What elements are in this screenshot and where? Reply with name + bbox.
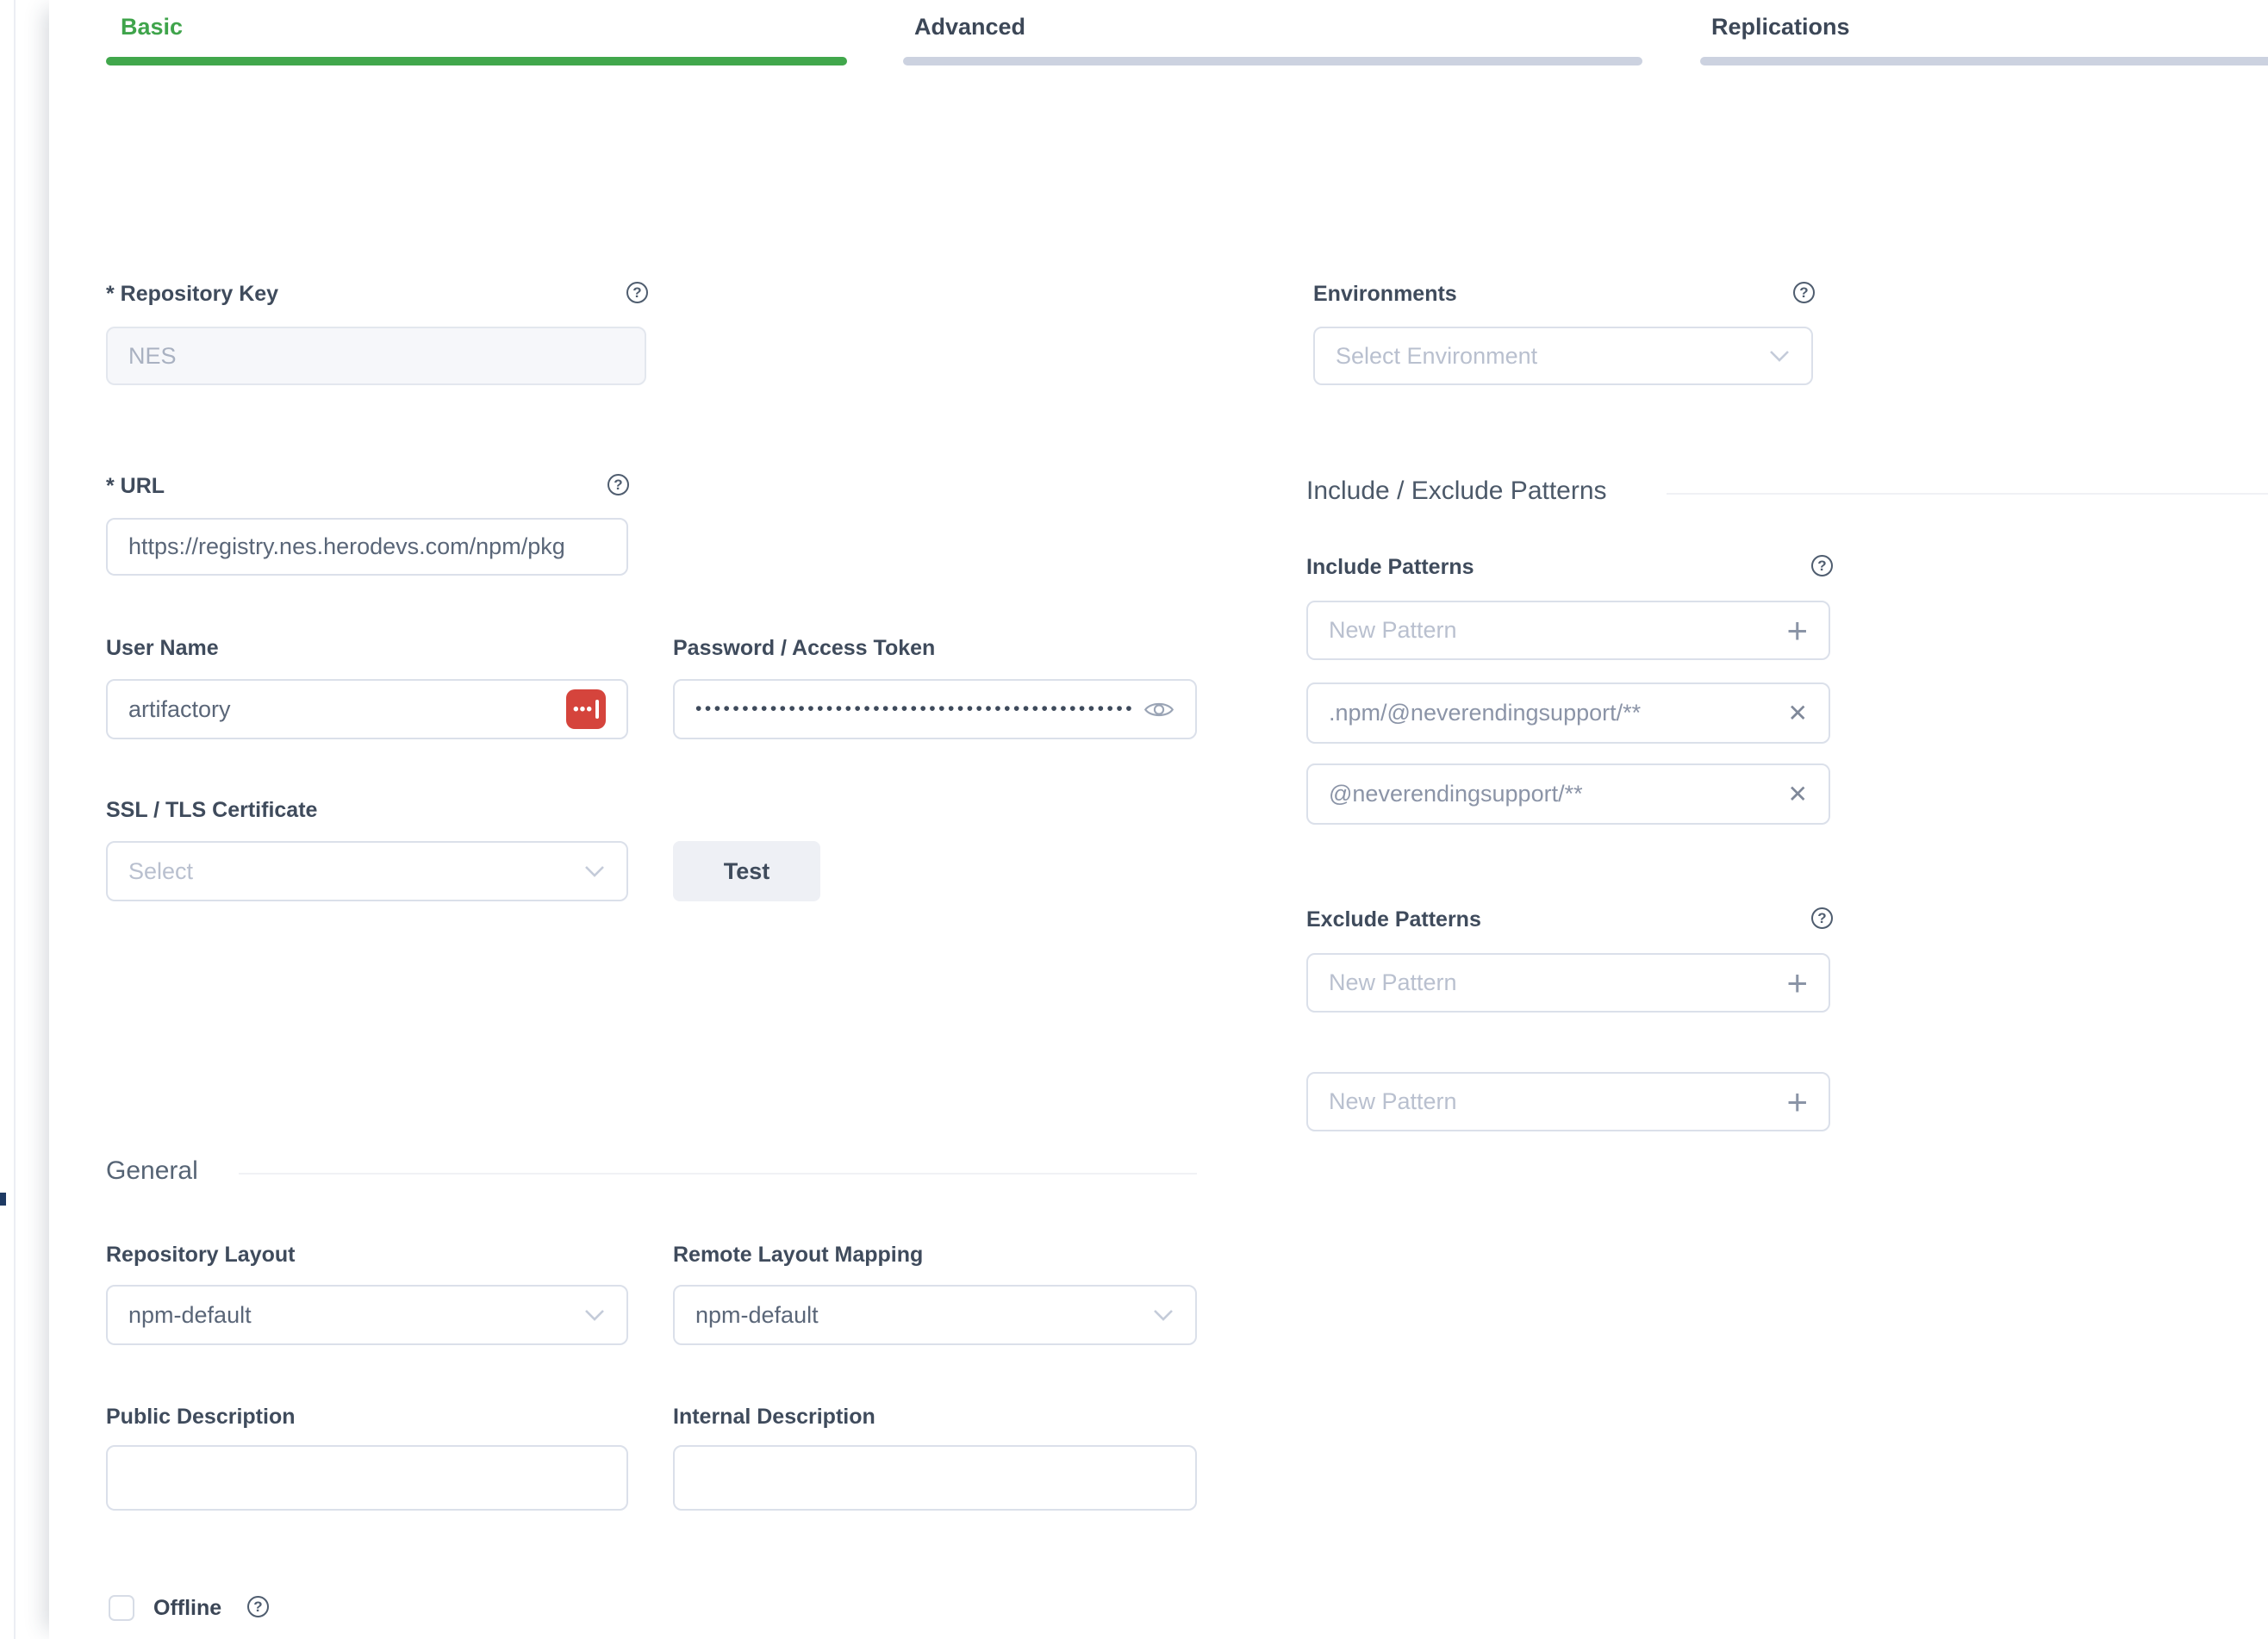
ssl-certificate-placeholder: Select [128, 858, 571, 885]
include-pattern-new-field[interactable]: + [1306, 601, 1830, 660]
password-input[interactable] [695, 699, 1131, 720]
internal-description-textarea[interactable] [675, 1447, 1195, 1509]
tab-advanced[interactable]: Advanced [914, 14, 1025, 41]
include-patterns-help-icon[interactable]: ? [1811, 555, 1833, 576]
ssl-certificate-label: SSL / TLS Certificate [106, 798, 317, 822]
patterns-section-heading: Include / Exclude Patterns [1306, 477, 1607, 506]
test-button[interactable]: Test [673, 841, 820, 901]
user-name-label: User Name [106, 636, 219, 660]
chevron-down-icon [1152, 1308, 1174, 1323]
remove-pattern-icon[interactable]: ✕ [1788, 701, 1808, 726]
add-include-pattern-icon[interactable]: + [1786, 613, 1808, 649]
environments-placeholder: Select Environment [1336, 343, 1756, 370]
offline-label: Offline [153, 1596, 221, 1621]
repository-layout-select[interactable]: npm-default [106, 1285, 628, 1345]
user-name-input[interactable] [128, 696, 554, 723]
environments-help-icon[interactable]: ? [1793, 282, 1815, 303]
include-pattern-value: .npm/@neverendingsupport/** [1329, 700, 1776, 726]
left-edge-mark [0, 1193, 6, 1206]
remote-layout-mapping-label: Remote Layout Mapping [673, 1243, 923, 1267]
include-pattern-value: @neverendingsupport/** [1329, 781, 1776, 807]
add-exclude-pattern-icon[interactable]: + [1786, 1084, 1808, 1120]
exclude-patterns-help-icon[interactable]: ? [1811, 907, 1833, 929]
repository-key-help-icon[interactable]: ? [626, 282, 648, 303]
user-name-field[interactable]: ••• [106, 679, 628, 739]
password-manager-autofill-icon[interactable]: ••• [566, 689, 606, 729]
internal-description-label: Internal Description [673, 1405, 875, 1429]
tab-advanced-indicator [903, 57, 1642, 65]
exclude-patterns-label: Exclude Patterns [1306, 907, 1481, 932]
repository-layout-value: npm-default [128, 1302, 571, 1329]
tab-basic[interactable]: Basic [121, 14, 183, 41]
patterns-section-divider [1667, 493, 2268, 495]
public-description-label: Public Description [106, 1405, 295, 1429]
repository-layout-label: Repository Layout [106, 1243, 295, 1267]
exclude-pattern-new-input[interactable] [1329, 969, 1774, 996]
public-description-textarea[interactable] [108, 1447, 626, 1509]
offline-help-icon[interactable]: ? [247, 1596, 269, 1617]
remote-layout-mapping-select[interactable]: npm-default [673, 1285, 1197, 1345]
environments-label: Environments [1313, 282, 1457, 306]
include-pattern-item[interactable]: @neverendingsupport/** ✕ [1306, 763, 1830, 825]
show-password-eye-icon[interactable] [1143, 699, 1174, 720]
exclude-pattern-new-input[interactable] [1329, 1088, 1774, 1115]
ssl-certificate-select[interactable]: Select [106, 841, 628, 901]
chevron-down-icon [583, 864, 606, 879]
repository-key-field[interactable] [106, 327, 646, 385]
general-section-heading: General [106, 1156, 198, 1186]
password-label: Password / Access Token [673, 636, 935, 660]
password-field[interactable] [673, 679, 1197, 739]
chevron-down-icon [583, 1308, 606, 1323]
tab-replications[interactable]: Replications [1711, 14, 1850, 41]
public-description-field[interactable] [106, 1445, 628, 1511]
exclude-pattern-new-field[interactable]: + [1306, 953, 1830, 1013]
repository-key-input[interactable] [128, 343, 624, 370]
general-section-divider [239, 1173, 1197, 1175]
chevron-down-icon [1768, 349, 1791, 364]
repository-key-label: * Repository Key [106, 282, 278, 306]
url-help-icon[interactable]: ? [608, 474, 629, 495]
include-pattern-new-input[interactable] [1329, 617, 1774, 644]
environments-select[interactable]: Select Environment [1313, 327, 1813, 385]
include-pattern-item[interactable]: .npm/@neverendingsupport/** ✕ [1306, 682, 1830, 744]
internal-description-field[interactable] [673, 1445, 1197, 1511]
url-label: * URL [106, 474, 165, 498]
include-patterns-label: Include Patterns [1306, 555, 1474, 579]
offline-checkbox[interactable] [109, 1595, 134, 1621]
repository-settings-panel [49, 0, 2268, 1639]
left-rail-divider [14, 0, 16, 1639]
remote-layout-mapping-value: npm-default [695, 1302, 1140, 1329]
add-exclude-pattern-icon[interactable]: + [1786, 965, 1808, 1001]
tab-basic-indicator [106, 57, 847, 65]
tab-replications-indicator [1700, 57, 2268, 65]
url-input[interactable] [128, 533, 606, 560]
url-field[interactable] [106, 518, 628, 576]
remove-pattern-icon[interactable]: ✕ [1788, 782, 1808, 807]
exclude-pattern-new-field[interactable]: + [1306, 1072, 1830, 1131]
